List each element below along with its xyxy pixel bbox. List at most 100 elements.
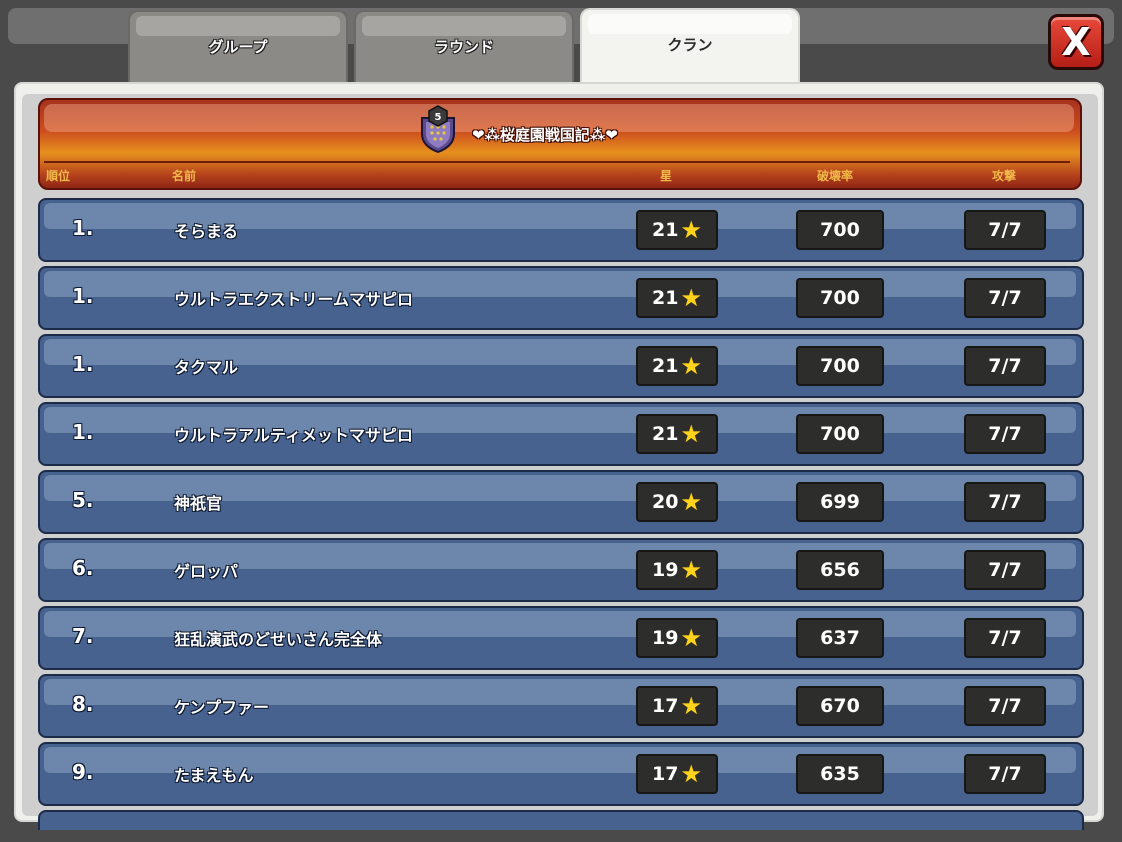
destruction-box: 670: [796, 686, 884, 726]
destruction-box: 700: [796, 278, 884, 318]
stars-box: 21 ★: [636, 278, 718, 318]
destruction-box: 700: [796, 210, 884, 250]
star-icon: ★: [680, 352, 702, 380]
col-destruction-header: 破壊率: [817, 169, 854, 183]
destruction-value: 699: [820, 491, 860, 513]
attacks-value: 7/7: [988, 627, 1022, 649]
attacks-box: 7/7: [964, 686, 1046, 726]
tab-round-label: ラウンド: [433, 38, 494, 56]
rank-number: 7.: [72, 624, 94, 648]
rank-number: 6.: [72, 556, 94, 580]
attacks-value: 7/7: [988, 287, 1022, 309]
player-name: ケンプファー: [174, 698, 270, 717]
attacks-value: 7/7: [988, 559, 1022, 581]
col-stars-header: 星: [660, 169, 673, 183]
player-name: ゲロッパ: [174, 562, 239, 581]
destruction-box: 637: [796, 618, 884, 658]
stars-value: 21: [652, 423, 679, 445]
table-row[interactable]: 7. 狂乱演武のどせいさん完全体 19 ★ 637 7/7: [38, 606, 1084, 670]
destruction-box: 700: [796, 346, 884, 386]
player-name: たまえもん: [174, 766, 254, 785]
table-row[interactable]: 9. たまえもん 17 ★ 635 7/7: [38, 742, 1084, 806]
attacks-value: 7/7: [988, 423, 1022, 445]
destruction-value: 670: [820, 695, 860, 717]
attacks-box: 7/7: [964, 414, 1046, 454]
tab-round[interactable]: ラウンド: [354, 10, 574, 84]
stars-value: 19: [652, 559, 679, 581]
attacks-box: 7/7: [964, 754, 1046, 794]
stars-box: 19 ★: [636, 550, 718, 590]
attacks-box: 7/7: [964, 550, 1046, 590]
clan-badge-icon: 5: [421, 105, 455, 154]
attacks-value: 7/7: [988, 695, 1022, 717]
table-row[interactable]: 8. ケンプファー 17 ★ 670 7/7: [38, 674, 1084, 738]
destruction-value: 637: [820, 627, 860, 649]
rank-number: 1.: [72, 216, 94, 240]
destruction-value: 700: [820, 423, 860, 445]
stars-value: 21: [652, 287, 679, 309]
tab-clan-label: クラン: [667, 36, 713, 54]
destruction-value: 700: [820, 219, 860, 241]
attacks-value: 7/7: [988, 219, 1022, 241]
tab-group[interactable]: グループ: [128, 10, 348, 84]
stars-box: 21 ★: [636, 346, 718, 386]
stars-box: 20 ★: [636, 482, 718, 522]
close-button[interactable]: X: [1048, 14, 1104, 70]
player-name: タクマル: [174, 358, 239, 377]
destruction-box: 656: [796, 550, 884, 590]
stars-value: 17: [652, 763, 679, 785]
stars-value: 21: [652, 355, 679, 377]
table-row[interactable]: 1. ウルトラアルティメットマサピロ 21 ★ 700 7/7: [38, 402, 1084, 466]
stars-value: 19: [652, 627, 679, 649]
destruction-value: 656: [820, 559, 860, 581]
rank-number: 5.: [72, 488, 94, 512]
stars-box: 17 ★: [636, 754, 718, 794]
close-icon: X: [1061, 20, 1091, 64]
destruction-box: 700: [796, 414, 884, 454]
destruction-box: 635: [796, 754, 884, 794]
destruction-box: 699: [796, 482, 884, 522]
player-name: 狂乱演武のどせいさん完全体: [174, 630, 383, 649]
stars-box: 21 ★: [636, 414, 718, 454]
rank-number: 8.: [72, 692, 94, 716]
tab-clan[interactable]: クラン: [580, 8, 800, 86]
rank-number: 1.: [72, 284, 94, 308]
star-icon: ★: [680, 488, 702, 516]
attacks-box: 7/7: [964, 618, 1046, 658]
destruction-value: 700: [820, 287, 860, 309]
col-attacks-header: 攻撃: [992, 169, 1017, 183]
stars-value: 20: [652, 491, 679, 513]
tab-group-label: グループ: [208, 38, 268, 56]
player-name: 神祇官: [174, 494, 223, 513]
star-icon: ★: [680, 420, 702, 448]
star-icon: ★: [680, 216, 702, 244]
table-row[interactable]: 1. ウルトラエクストリームマサピロ 21 ★ 700 7/7: [38, 266, 1084, 330]
rank-number: 1.: [72, 352, 94, 376]
clan-name: ❤⁂桜庭園戦国記⁂❤: [472, 126, 618, 144]
star-icon: ★: [680, 760, 702, 788]
destruction-value: 635: [820, 763, 860, 785]
stars-value: 17: [652, 695, 679, 717]
table-row[interactable]: 1. タクマル 21 ★ 700 7/7: [38, 334, 1084, 398]
player-name: ウルトラエクストリームマサピロ: [174, 290, 414, 309]
stars-box: 19 ★: [636, 618, 718, 658]
attacks-box: 7/7: [964, 346, 1046, 386]
stars-value: 21: [652, 219, 679, 241]
col-name-header: 名前: [172, 169, 197, 183]
table-row[interactable]: 5. 神祇官 20 ★ 699 7/7: [38, 470, 1084, 534]
attacks-box: 7/7: [964, 210, 1046, 250]
star-icon: ★: [680, 556, 702, 584]
player-name: そらまる: [174, 222, 239, 241]
table-row[interactable]: 1. そらまる 21 ★ 700 7/7: [38, 198, 1084, 262]
attacks-box: 7/7: [964, 482, 1046, 522]
header-divider: [44, 161, 1070, 163]
col-rank-header: 順位: [46, 169, 71, 183]
table-row[interactable]: 6. ゲロッパ 19 ★ 656 7/7: [38, 538, 1084, 602]
rank-number: 1.: [72, 420, 94, 444]
attacks-value: 7/7: [988, 491, 1022, 513]
star-icon: ★: [680, 624, 702, 652]
destruction-value: 700: [820, 355, 860, 377]
rank-number: 9.: [72, 760, 94, 784]
star-icon: ★: [680, 284, 702, 312]
player-name: ウルトラアルティメットマサピロ: [174, 426, 413, 445]
